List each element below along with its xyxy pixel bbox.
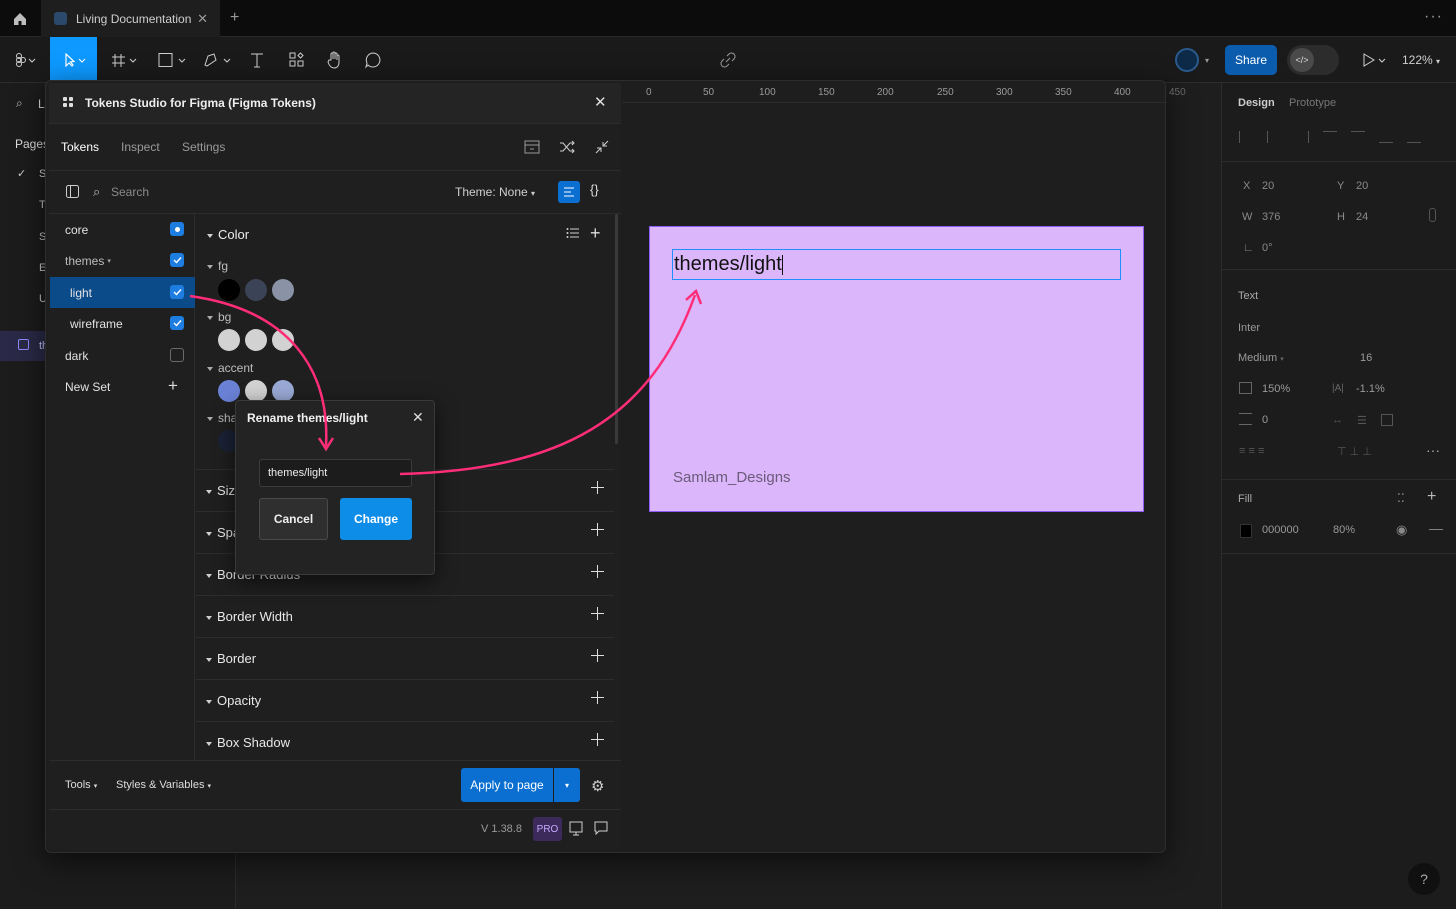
design-panel: Design Prototype X 20 Y 20 W 376 H 24 ∟ … bbox=[1221, 83, 1456, 909]
y-input[interactable]: 20 bbox=[1356, 180, 1368, 192]
font-weight-select[interactable]: Medium ▾ bbox=[1238, 352, 1284, 364]
letter-spacing-icon: |A| bbox=[1332, 383, 1344, 394]
tab-design[interactable]: Design bbox=[1238, 97, 1275, 109]
rotation-icon: ∟ bbox=[1243, 242, 1254, 254]
h-label: H bbox=[1337, 211, 1345, 223]
divider bbox=[1222, 479, 1456, 480]
line-height-icon bbox=[1239, 382, 1252, 394]
resize-vertical-icon[interactable]: ☰ bbox=[1357, 414, 1367, 427]
font-family-select[interactable]: Inter bbox=[1238, 322, 1260, 334]
align-left-icon[interactable] bbox=[1239, 131, 1253, 143]
divider bbox=[1222, 269, 1456, 270]
resize-horizontal-icon[interactable]: ↔ bbox=[1332, 414, 1343, 426]
eye-icon[interactable]: ◉ bbox=[1396, 522, 1407, 538]
distribute-icon[interactable] bbox=[1407, 131, 1421, 143]
y-label: Y bbox=[1337, 180, 1345, 192]
fill-color-swatch[interactable] bbox=[1240, 524, 1252, 538]
rotation-input[interactable]: 0° bbox=[1262, 242, 1273, 254]
tab-prototype[interactable]: Prototype bbox=[1289, 97, 1336, 109]
divider bbox=[1222, 161, 1456, 162]
align-middle-icon[interactable] bbox=[1351, 131, 1365, 143]
fill-opacity-input[interactable]: 80% bbox=[1333, 524, 1355, 536]
remove-fill-icon[interactable]: — bbox=[1429, 520, 1443, 536]
fill-section-title: Fill bbox=[1238, 493, 1253, 505]
h-input[interactable]: 24 bbox=[1356, 211, 1368, 223]
align-right-icon[interactable] bbox=[1295, 131, 1309, 143]
w-input[interactable]: 376 bbox=[1262, 211, 1280, 223]
x-input[interactable]: 20 bbox=[1262, 180, 1274, 192]
more-options-icon[interactable]: ··· bbox=[1426, 442, 1440, 458]
align-top-icon[interactable] bbox=[1323, 131, 1337, 143]
x-label: X bbox=[1243, 180, 1251, 192]
arrow-path bbox=[399, 294, 697, 476]
w-label: W bbox=[1242, 211, 1253, 223]
arrow-path bbox=[189, 294, 328, 447]
letter-spacing-input[interactable]: -1.1% bbox=[1356, 383, 1385, 395]
fixed-size-icon[interactable] bbox=[1381, 414, 1393, 426]
font-size-input[interactable]: 16 bbox=[1360, 352, 1372, 364]
align-toolbar bbox=[1239, 131, 1444, 145]
help-button[interactable]: ? bbox=[1408, 863, 1440, 895]
constrain-proportions-icon[interactable] bbox=[1429, 208, 1436, 222]
fill-hex-input[interactable]: 000000 bbox=[1262, 524, 1299, 536]
line-height-input[interactable]: 150% bbox=[1262, 383, 1290, 395]
divider bbox=[1222, 553, 1456, 554]
align-bottom-icon[interactable] bbox=[1379, 131, 1393, 143]
paragraph-spacing-icon bbox=[1239, 413, 1252, 425]
vertical-align-icons[interactable]: ⊤ ⊥ ⊥ bbox=[1337, 445, 1372, 458]
text-section-title: Text bbox=[1238, 290, 1259, 302]
paragraph-spacing-input[interactable]: 0 bbox=[1262, 414, 1268, 426]
styles-grid-icon[interactable]: ⁚⁚ bbox=[1397, 491, 1405, 505]
add-fill-icon[interactable]: + bbox=[1427, 488, 1436, 506]
align-center-icon[interactable] bbox=[1267, 131, 1281, 143]
font-weight-value: Medium bbox=[1238, 352, 1278, 364]
text-align-icons[interactable]: ≡ ≡ ≡ bbox=[1239, 445, 1264, 457]
